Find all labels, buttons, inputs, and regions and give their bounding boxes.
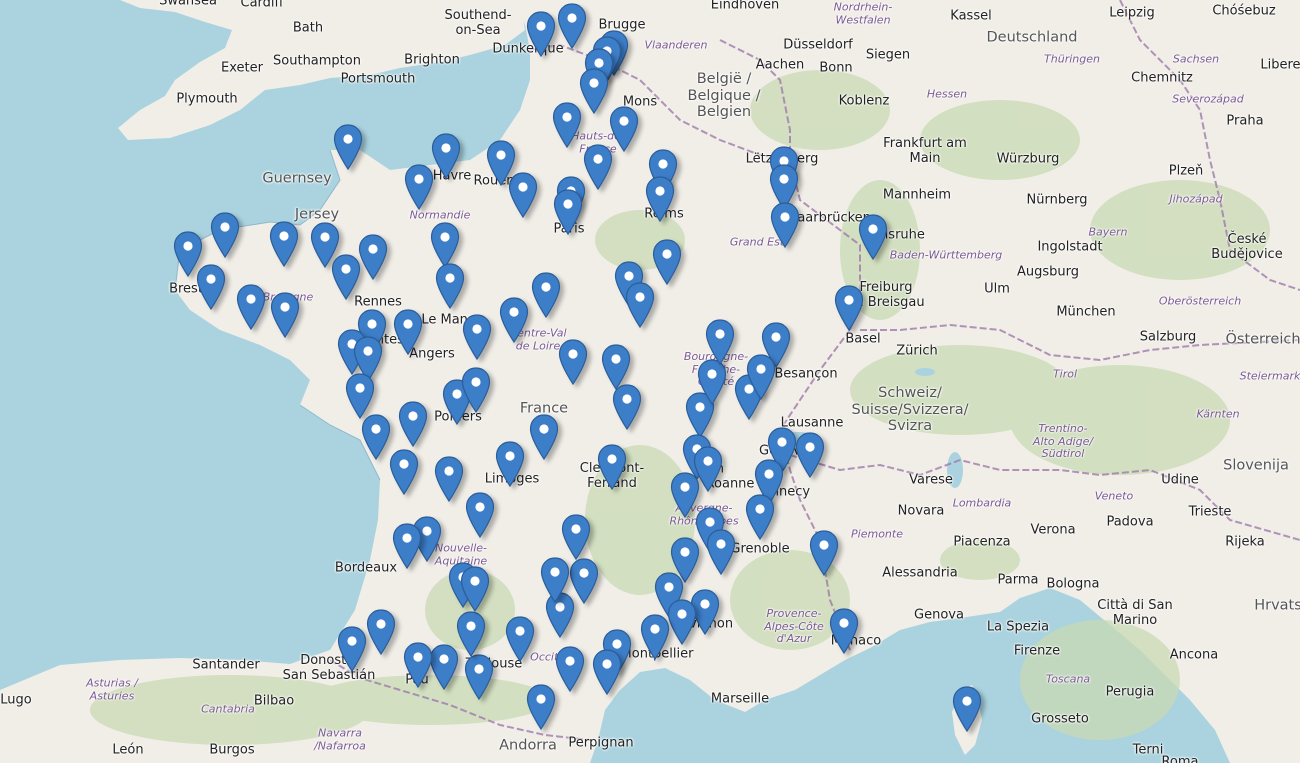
map-pin-icon[interactable] — [495, 441, 525, 487]
map-pin-icon[interactable] — [429, 644, 459, 690]
map-pin-icon[interactable] — [435, 263, 465, 309]
map-pin-icon[interactable] — [526, 684, 556, 730]
map-pin-icon[interactable] — [609, 106, 639, 152]
map-pin-icon[interactable] — [505, 616, 535, 662]
map-pin-icon[interactable] — [770, 202, 800, 248]
map-pin-icon[interactable] — [809, 530, 839, 576]
map-pin-icon[interactable] — [389, 449, 419, 495]
map-pin-icon[interactable] — [462, 314, 492, 360]
map-pin-icon[interactable] — [952, 686, 982, 732]
map-pin-icon[interactable] — [404, 164, 434, 210]
map-pin-icon[interactable] — [540, 557, 570, 603]
map-pin-icon[interactable] — [331, 254, 361, 300]
map-pin-icon[interactable] — [337, 626, 367, 672]
map-pin-icon[interactable] — [579, 68, 609, 114]
map-pin-icon[interactable] — [746, 354, 776, 400]
map-pin-icon[interactable] — [366, 609, 396, 655]
map-pin-icon[interactable] — [269, 221, 299, 267]
map-pin-icon[interactable] — [553, 189, 583, 235]
map-pin-icon[interactable] — [236, 284, 266, 330]
map-pin-icon[interactable] — [358, 234, 388, 280]
map-pin-icon[interactable] — [829, 608, 859, 654]
map-pin-icon[interactable] — [333, 124, 363, 170]
map-pin-icon[interactable] — [398, 401, 428, 447]
map-pin-icon[interactable] — [460, 566, 490, 612]
map-pin-icon[interactable] — [461, 367, 491, 413]
map-pin-icon[interactable] — [705, 319, 735, 365]
map-pin-icon[interactable] — [555, 646, 585, 692]
map-pin-icon[interactable] — [531, 272, 561, 318]
map-pin-icon[interactable] — [499, 297, 529, 343]
map-pin-icon[interactable] — [745, 494, 775, 540]
map-pin-icon[interactable] — [597, 444, 627, 490]
map-pin-icon[interactable] — [640, 614, 670, 660]
map-pin-icon[interactable] — [529, 414, 559, 460]
map-pin-icon[interactable] — [558, 339, 588, 385]
map-pin-icon[interactable] — [361, 414, 391, 460]
map-pin-icon[interactable] — [592, 649, 622, 695]
map-pin-icon[interactable] — [858, 214, 888, 260]
map-pin-icon[interactable] — [706, 529, 736, 575]
map-pin-icon[interactable] — [697, 359, 727, 405]
map-pin-icon[interactable] — [392, 523, 422, 569]
map-pin-icon[interactable] — [561, 514, 591, 560]
map-pin-icon[interactable] — [652, 239, 682, 285]
map-pin-icon[interactable] — [667, 599, 697, 645]
map-pin-icon[interactable] — [557, 3, 587, 49]
map-pin-icon[interactable] — [465, 492, 495, 538]
map-pin-icon[interactable] — [552, 102, 582, 148]
map-pin-icon[interactable] — [464, 654, 494, 700]
map-pin-icon[interactable] — [403, 642, 433, 688]
map-pin-icon[interactable] — [795, 432, 825, 478]
map-pin-icon[interactable] — [196, 264, 226, 310]
map-pin-icon[interactable] — [434, 456, 464, 502]
map-pin-icon[interactable] — [210, 212, 240, 258]
map-pin-icon[interactable] — [270, 292, 300, 338]
map-pin-icon[interactable] — [569, 558, 599, 604]
map-pin-icon[interactable] — [645, 176, 675, 222]
map-pin-icon[interactable] — [526, 11, 556, 57]
map-pin-icon[interactable] — [625, 282, 655, 328]
map-pin-icon[interactable] — [456, 611, 486, 657]
map-viewport[interactable]: Swansea Cardiff Bath Southend- on-Sea Exeter… — [0, 0, 1300, 763]
map-pin-icon[interactable] — [393, 309, 423, 355]
map-pin-icon[interactable] — [583, 144, 613, 190]
map-pin-icon[interactable] — [612, 384, 642, 430]
map-pin-icon[interactable] — [345, 373, 375, 419]
map-pin-icon[interactable] — [430, 222, 460, 268]
map-pin-icon[interactable] — [834, 285, 864, 331]
map-pin-icon[interactable] — [486, 140, 516, 186]
map-pin-icon[interactable] — [431, 133, 461, 179]
